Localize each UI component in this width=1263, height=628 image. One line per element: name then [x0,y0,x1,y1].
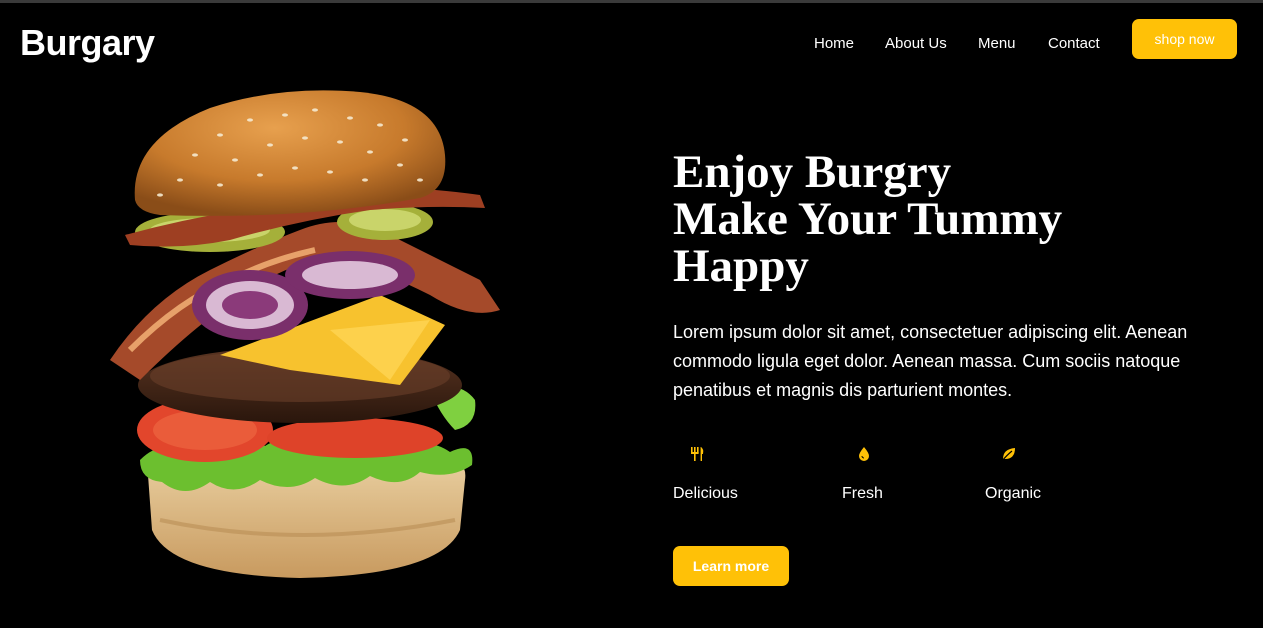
feature-label: Delicious [673,485,738,502]
feature-fresh: Fresh [842,445,883,503]
brand-logo[interactable]: Burgary [20,22,155,64]
feature-label: Organic [985,485,1042,502]
headline-line-1: Enjoy Burgry [673,146,952,198]
nav-contact[interactable]: Contact [1048,35,1100,52]
shop-now-button[interactable]: shop now [1132,19,1237,59]
hero-description: Lorem ipsum dolor sit amet, consectetuer… [673,322,1188,400]
feature-delicious: Delicious [673,445,738,503]
feature-label: Fresh [842,485,883,502]
learn-more-button[interactable]: Learn more [673,546,789,586]
nav-home[interactable]: Home [814,35,854,52]
top-border [0,0,1263,3]
feature-organic: Organic [985,445,1041,503]
nav-about-us[interactable]: About Us [885,35,947,52]
headline-line-2: Make Your Tummy [673,193,1063,245]
hero-headline: Enjoy Burgry Make Your Tummy Happy [673,149,1062,290]
utensils-icon [691,447,704,461]
headline-line-3: Happy [673,240,809,292]
nav-menu[interactable]: Menu [978,35,1016,52]
droplet-icon [859,447,869,461]
leaf-icon [1001,448,1015,462]
burger-image [110,90,500,578]
